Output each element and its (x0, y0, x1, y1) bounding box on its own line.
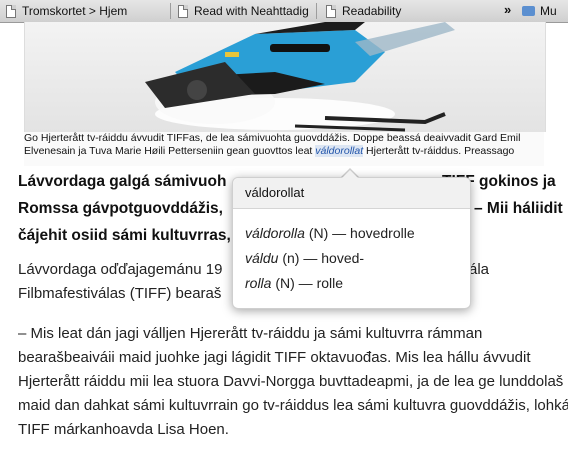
para1-line-2: Filbmafestiválas (TIFF) bearaš (18, 285, 222, 302)
bookmark-label: Read with Neahttadig (194, 4, 309, 18)
page-icon (178, 4, 188, 18)
lead-line-2: Romssa gávpotguovddážis, (18, 200, 223, 217)
snowmobile-image (25, 22, 545, 132)
page-icon (326, 4, 336, 18)
bookmark-folder-mu[interactable]: Mu (522, 3, 557, 19)
bookmark-separator (316, 3, 317, 19)
lead-line-1: Lávvordaga galgá sámivuoh (18, 173, 227, 190)
tooltip-entry: rolla (N) — rolle (245, 271, 458, 296)
bookmark-label: Mu (540, 4, 557, 18)
page-icon (6, 4, 16, 18)
dictionary-tooltip: váldorollat váldorolla (N) — hovedrolle … (232, 177, 471, 309)
folder-icon (522, 6, 535, 16)
bookmark-label: Tromskortet > Hjem (22, 4, 128, 18)
tooltip-entry: váldu (n) — hoved- (245, 246, 458, 271)
tooltip-title: váldorollat (233, 178, 470, 209)
bookmark-tromskortet[interactable]: Tromskortet > Hjem (6, 3, 127, 19)
caption-highlighted-word[interactable]: váldorollat (315, 145, 364, 157)
para1-line-1: Lávvordaga oďďajagemánu 19 (18, 261, 223, 278)
entry-term: váldorolla (245, 225, 305, 241)
entry-term: váldu (245, 250, 279, 266)
bookmark-separator (170, 3, 171, 19)
tooltip-body: váldorolla (N) — hovedrolle váldu (n) — … (233, 209, 470, 296)
entry-definition: (n) — hoved- (278, 250, 365, 266)
photo-caption: Go Hjerterått tv-ráiddu ávvudit TIFFas, … (24, 132, 544, 166)
para1-line-1-end: ála (469, 261, 490, 278)
paragraph-2: – Mis leat dán jagi válljen Hjererått tv… (18, 325, 568, 438)
lead-line-3: čájehit osiid sámi kultuvrras, (18, 227, 231, 244)
bookmarks-bar: Tromskortet > Hjem Read with Neahttadig … (0, 0, 568, 23)
lead-line-2-end: – Mii háliidit (474, 200, 563, 217)
caption-text-end: Hjerterått tv-ráiddus. Preassago (363, 145, 515, 157)
entry-term: rolla (245, 275, 272, 291)
bookmark-readability[interactable]: Readability (326, 3, 401, 19)
entry-definition: (N) — rolle (271, 275, 344, 291)
bookmark-label: Readability (342, 4, 402, 18)
entry-definition: (N) — hovedrolle (304, 225, 415, 241)
bookmarks-overflow-button[interactable]: » (504, 2, 511, 17)
tooltip-arrow-inner (341, 170, 359, 179)
article-photo (24, 22, 546, 132)
tooltip-entry: váldorolla (N) — hovedrolle (245, 221, 458, 246)
bookmark-read-with-neahttadig[interactable]: Read with Neahttadig (178, 3, 309, 19)
